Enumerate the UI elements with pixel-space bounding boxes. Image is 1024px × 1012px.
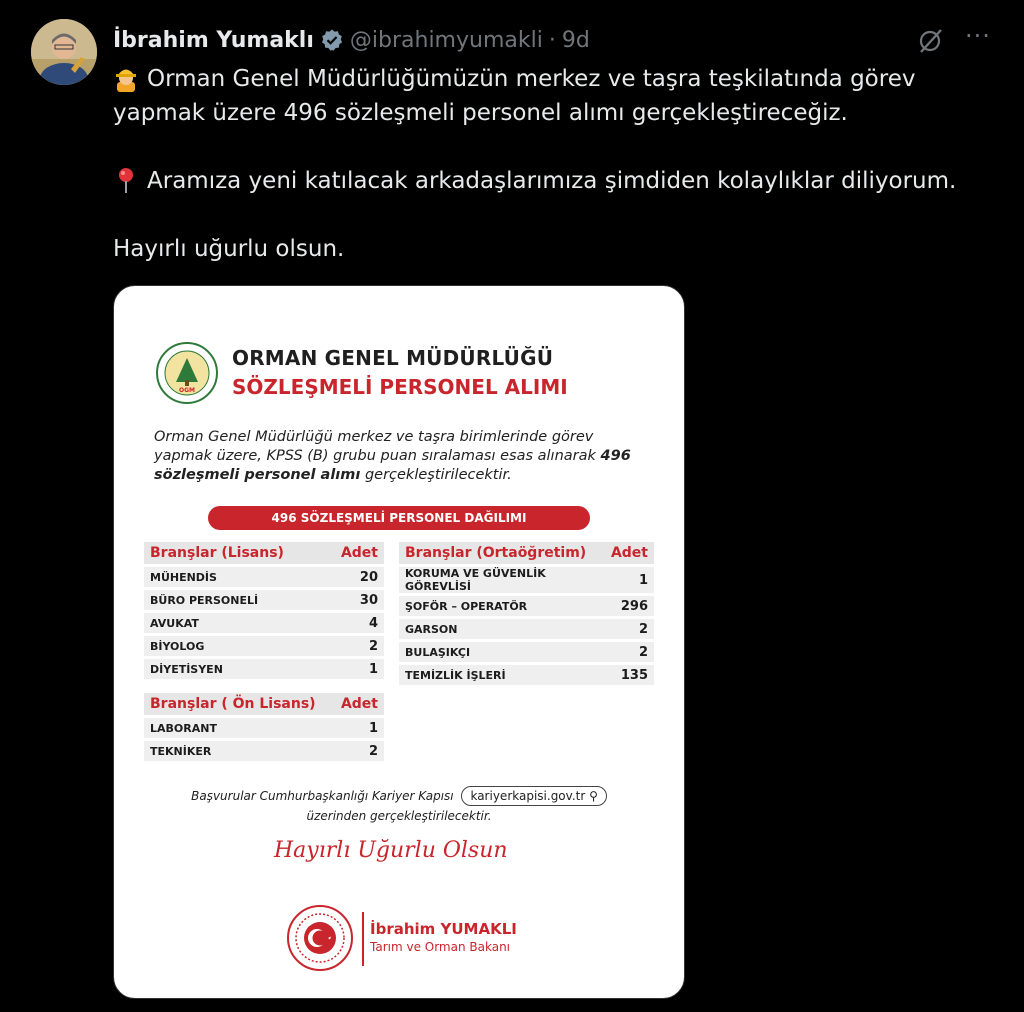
lisans-header: Branşlar (Lisans) xyxy=(144,542,324,564)
distribution-title: 496 SÖZLEŞMELİ PERSONEL DAĞILIMI xyxy=(208,506,590,530)
table-row: MÜHENDİS 20 xyxy=(144,567,384,587)
table-row: GARSON 2 xyxy=(399,619,654,639)
table-row: AVUKAT 4 xyxy=(144,613,384,633)
attached-image[interactable]: OGM ORMAN GENEL MÜDÜRLÜĞÜ SÖZLEŞMELİ PER… xyxy=(113,285,685,999)
paragraph-3: Hayırlı uğurlu olsun. xyxy=(113,236,345,262)
display-name[interactable]: İbrahim Yumaklı xyxy=(113,28,314,53)
ortaogretim-table: Branşlar (Ortaöğretim) Adet KORUMA VE GÜV… xyxy=(399,539,654,688)
more-options-icon[interactable]: ··· xyxy=(961,24,995,54)
paragraph-1-text: Orman Genel Müdürlüğümüzün merkez ve taş… xyxy=(113,66,916,126)
lisans-table: Branşlar (Lisans) Adet MÜHENDİS 20 BÜRO PE… xyxy=(144,539,384,682)
onlisans-table: Branşlar ( Ön Lisans) Adet LABORANT 1 TEKN… xyxy=(144,690,384,764)
separator: · xyxy=(548,27,556,53)
ortaogretim-header: Branşlar (Ortaöğretim) xyxy=(399,542,605,564)
onlisans-header: Branşlar ( Ön Lisans) xyxy=(144,693,333,715)
card-title: ORMAN GENEL MÜDÜRLÜĞÜ xyxy=(232,346,554,370)
ogm-logo-icon: OGM xyxy=(156,342,218,404)
table-row: KORUMA VE GÜVENLİK GÖREVLİSİ 1 xyxy=(399,567,654,593)
minister-name: İbrahim YUMAKLI xyxy=(370,920,517,938)
intro-text: Orman Genel Müdürlüğü merkez ve taşra bi… xyxy=(154,429,631,483)
ministry-seal-icon xyxy=(287,905,353,971)
paragraph-2: Aramıza yeni katılacak arkadaşlarımıza ş… xyxy=(113,164,993,198)
table-row: LABORANT 1 xyxy=(144,718,384,738)
divider xyxy=(362,912,364,966)
handle[interactable]: @ibrahimyumakli xyxy=(350,28,543,53)
table-row: ŞOFÖR – OPERATÖR 296 xyxy=(399,596,654,616)
grok-icon[interactable] xyxy=(913,26,947,56)
signature-text: Hayırlı Uğurlu Olsun xyxy=(274,838,508,863)
table-row: TEKNİKER 2 xyxy=(144,741,384,761)
post-header: İbrahim Yumaklı @ibrahimyumakli · 9d xyxy=(113,24,590,56)
kariyer-kapisi-search-box: kariyerkapisi.gov.tr ⚲ xyxy=(461,786,607,806)
ortaogretim-count-header: Adet xyxy=(604,542,654,564)
round-pushpin-emoji-icon xyxy=(113,166,139,194)
onlisans-count-header: Adet xyxy=(332,693,384,715)
minister-title: Tarım ve Orman Bakanı xyxy=(370,940,511,954)
table-row: DİYETİSYEN 1 xyxy=(144,659,384,679)
paragraph-2-text: Aramıza yeni katılacak arkadaşlarımıza ş… xyxy=(147,168,957,194)
lisans-count-header: Adet xyxy=(323,542,384,564)
svg-text:OGM: OGM xyxy=(179,387,195,394)
card-subtitle: SÖZLEŞMELİ PERSONEL ALIMI xyxy=(232,375,568,399)
announcement-graphic: OGM ORMAN GENEL MÜDÜRLÜĞÜ SÖZLEŞMELİ PER… xyxy=(114,286,684,998)
table-row: BÜRO PERSONELİ 30 xyxy=(144,590,384,610)
table-row: BULAŞIKÇI 2 xyxy=(399,642,654,662)
construction-worker-emoji-icon xyxy=(113,64,139,92)
table-row: TEMİZLİK İŞLERİ 135 xyxy=(399,665,654,685)
table-row: BİYOLOG 2 xyxy=(144,636,384,656)
avatar[interactable] xyxy=(31,19,97,85)
verified-badge-icon[interactable] xyxy=(320,28,344,52)
application-note: Başvurular Cumhurbaşkanlığı Kariyer Kapı… xyxy=(164,786,634,826)
timestamp[interactable]: 9d xyxy=(562,28,590,53)
paragraph-1: Orman Genel Müdürlüğümüzün merkez ve taş… xyxy=(113,62,993,130)
post-text: Orman Genel Müdürlüğümüzün merkez ve taş… xyxy=(113,62,993,266)
